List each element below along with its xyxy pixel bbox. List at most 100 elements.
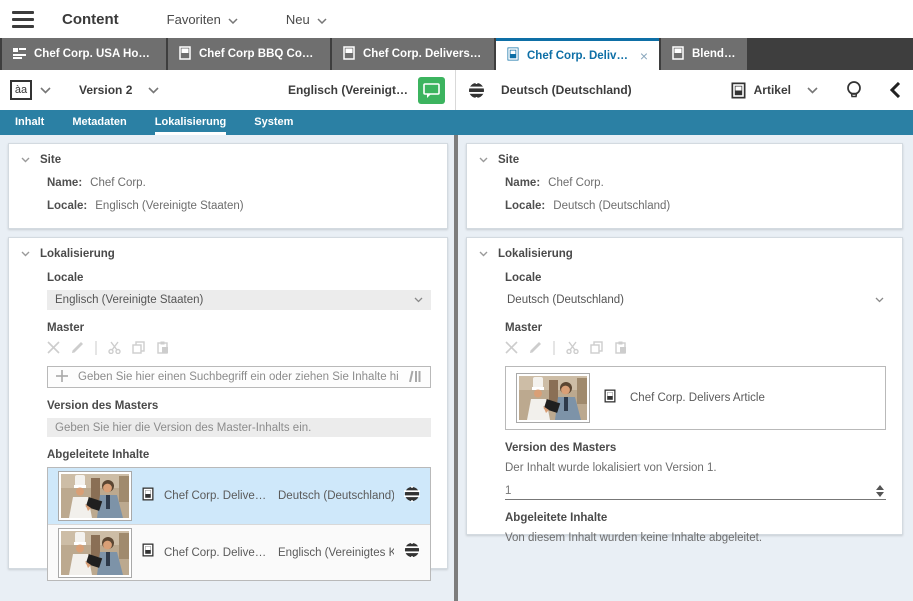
article-icon (507, 47, 519, 64)
chevron-down-icon (479, 248, 488, 260)
paste-icon[interactable] (614, 341, 627, 359)
tab-chef-corp-usa-home[interactable]: Chef Corp. USA Home Pa… (2, 38, 166, 70)
section-title: Lokalisierung (40, 248, 115, 260)
derived-contents-label: Abgeleitete Inhalte (505, 512, 886, 524)
article-icon (179, 46, 191, 63)
left-locale-label: Englisch (Vereinigt… (288, 83, 408, 97)
tab-label: Chef Corp. USA Home Pa… (34, 48, 155, 60)
master-search-input[interactable]: Geben Sie hier einen Suchbegriff ein ode… (47, 366, 431, 388)
localization-section-right: Lokalisierung Locale Deutsch (Deutschlan… (466, 237, 903, 535)
chevron-down-icon[interactable] (148, 87, 159, 94)
article-icon (343, 46, 355, 63)
master-version-info: Der Inhalt wurde lokalisiert von Version… (505, 462, 886, 474)
tab-chef-corp-delivers-article-active[interactable]: Chef Corp. Delivers Article × (496, 38, 659, 70)
tab-chef-corp-delivers-article[interactable]: Chef Corp. Delivers Article (332, 38, 494, 70)
panel-divider[interactable] (454, 135, 458, 601)
article-icon (672, 46, 684, 63)
hamburger-menu-icon[interactable] (12, 11, 34, 28)
remove-icon[interactable] (47, 341, 60, 359)
chevron-down-icon (21, 248, 30, 260)
new-menu[interactable]: Neu (286, 12, 327, 27)
tab-blenditall[interactable]: BlendItAll (661, 38, 747, 70)
new-label: Neu (286, 12, 310, 27)
derived-item-locale: Deutsch (Deutschland) (278, 490, 394, 502)
chevron-down-icon[interactable] (40, 87, 51, 94)
tab-label: Chef Corp. Delivers Article (527, 50, 630, 62)
copy-icon[interactable] (132, 341, 145, 359)
collapse-panel-chevron-left-icon[interactable] (890, 82, 901, 98)
translate-icon[interactable]: àa (10, 80, 32, 100)
localization-section-header[interactable]: Lokalisierung (21, 248, 435, 260)
master-version-number-input[interactable]: 1 (505, 482, 886, 500)
chevron-down-icon (479, 154, 488, 166)
chevron-down-icon (875, 294, 884, 306)
site-locale-row: Locale: Englisch (Vereinigte Staaten) (47, 200, 431, 212)
chevron-down-icon (414, 294, 423, 306)
close-icon[interactable]: × (640, 48, 648, 64)
tab-label: BlendItAll (692, 48, 736, 60)
master-version-placeholder: Geben Sie hier die Version des Master-In… (55, 422, 311, 434)
locale-field-label: Locale (505, 272, 886, 284)
copy-icon[interactable] (590, 341, 603, 359)
site-name-row: Name: Chef Corp. (505, 177, 886, 189)
cut-scissors-icon[interactable] (108, 341, 121, 359)
derived-empty-text: Von diesem Inhalt wurden keine Inhalte a… (505, 532, 886, 544)
site-locale-row: Locale: Deutsch (Deutschland) (505, 200, 886, 212)
content-type-label[interactable]: Artikel (754, 83, 791, 97)
issues-chat-icon[interactable] (418, 77, 445, 104)
master-toolbar (47, 342, 431, 358)
master-field-label: Master (47, 322, 431, 334)
favorites-menu[interactable]: Favoriten (167, 12, 238, 27)
toolbar-separator (553, 341, 555, 360)
tab-system[interactable]: System (254, 110, 293, 135)
library-icon[interactable] (409, 369, 422, 385)
master-version-input[interactable]: Geben Sie hier die Version des Master-In… (47, 418, 431, 437)
document-tabbar: Chef Corp. USA Home Pa… Chef Corp BBQ Co… (0, 38, 913, 70)
chevron-down-icon (317, 12, 327, 27)
localization-section-header[interactable]: Lokalisierung (479, 248, 890, 260)
number-spinner[interactable] (876, 485, 886, 497)
locale-select[interactable]: Englisch (Vereinigte Staaten) (47, 290, 431, 310)
site-section-header[interactable]: Site (479, 154, 890, 166)
tab-chef-corp-bbq-cookout[interactable]: Chef Corp BBQ Cookout … (168, 38, 330, 70)
version-selector-label[interactable]: Version 2 (79, 83, 132, 97)
cut-scissors-icon[interactable] (566, 341, 579, 359)
content-thumbnail (58, 528, 132, 578)
edit-pencil-icon[interactable] (71, 341, 84, 359)
derived-item-name: Chef Corp. Delive… (164, 490, 268, 502)
tab-lokalisierung[interactable]: Lokalisierung (155, 110, 227, 135)
section-title: Site (498, 154, 519, 166)
site-name-row: Name: Chef Corp. (47, 177, 431, 189)
list-item[interactable]: Chef Corp. Delive… Englisch (Vereinigtes… (48, 524, 430, 580)
toolbar-left-side: àa Version 2 Englisch (Vereinigt… (0, 70, 456, 110)
site-name-value: Chef Corp. (548, 177, 604, 189)
locale-select[interactable]: Deutsch (Deutschland) (505, 290, 886, 310)
globe-icon (404, 542, 420, 563)
content-thumbnail (58, 471, 132, 521)
site-locale-value: Deutsch (Deutschland) (553, 200, 670, 212)
derived-contents-label: Abgeleitete Inhalte (47, 449, 431, 461)
paste-icon[interactable] (156, 341, 169, 359)
section-title: Site (40, 154, 61, 166)
lightbulb-icon[interactable] (846, 80, 862, 100)
master-search-placeholder: Geben Sie hier einen Suchbegriff ein ode… (78, 371, 399, 383)
tab-metadaten[interactable]: Metadaten (72, 110, 126, 135)
app-title: Content (62, 11, 119, 28)
chevron-down-icon[interactable] (807, 87, 818, 94)
toolbar-right-side: Deutsch (Deutschland) Artikel (456, 70, 913, 110)
site-locale-value: Englisch (Vereinigte Staaten) (95, 200, 243, 212)
tab-inhalt[interactable]: Inhalt (15, 110, 44, 135)
toolbar-separator (95, 341, 97, 360)
site-locale-label: Locale: (47, 200, 87, 212)
list-item[interactable]: Chef Corp. Delive… Deutsch (Deutschland) (48, 468, 430, 524)
remove-icon[interactable] (505, 341, 518, 359)
tab-label: Chef Corp. Delivers Article (363, 48, 483, 60)
site-section-header[interactable]: Site (21, 154, 435, 166)
derived-item-name: Chef Corp. Delive… (164, 547, 268, 559)
locale-field-label: Locale (47, 272, 431, 284)
site-section-right: Site Name: Chef Corp. Locale: Deutsch (D… (466, 143, 903, 229)
master-content-item[interactable]: Chef Corp. Delivers Article (505, 366, 886, 430)
section-tabbar: Inhalt Metadaten Lokalisierung System (0, 110, 913, 135)
site-name-label: Name: (505, 177, 540, 189)
edit-pencil-icon[interactable] (529, 341, 542, 359)
